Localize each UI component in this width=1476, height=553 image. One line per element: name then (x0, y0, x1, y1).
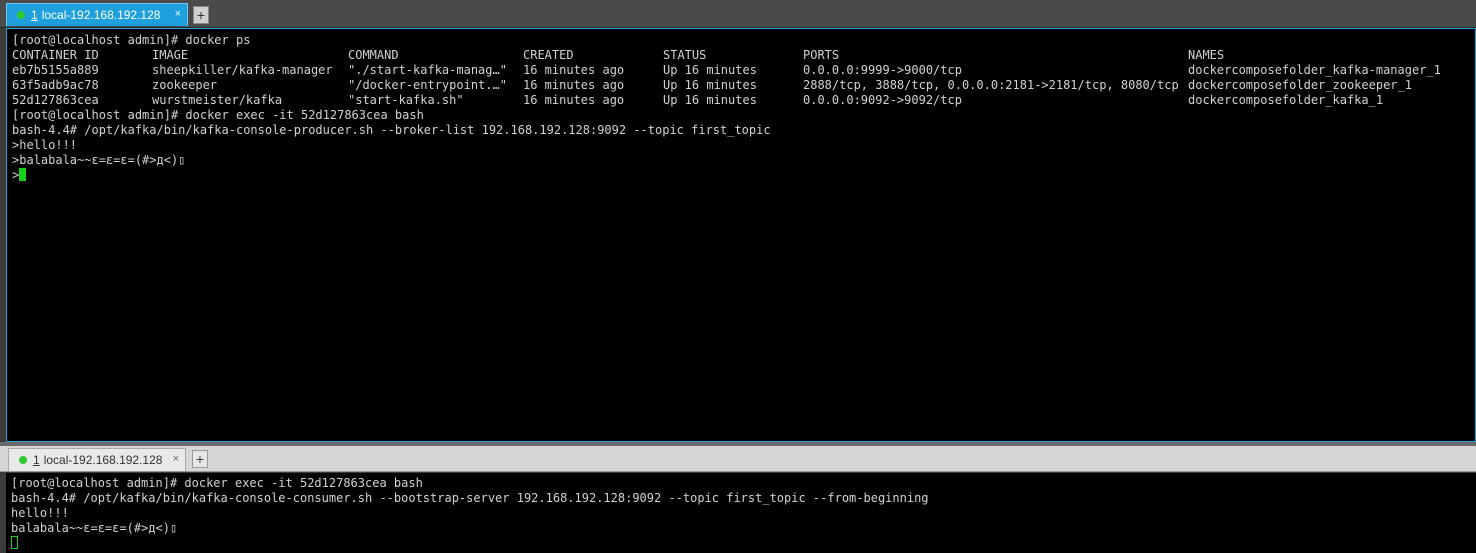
names: dockercomposefolder_kafka_1 (1188, 93, 1384, 107)
session-tab-active[interactable]: 1 local-192.168.192.128 × (6, 3, 188, 26)
ports: 0.0.0.0:9092->9092/tcp (803, 93, 962, 107)
docker-ps-header: CONTAINER ID IMAGE COMMAND CREATED STATU… (12, 48, 1475, 63)
tab-title: local-192.168.192.128 (43, 453, 163, 467)
connected-status-icon (19, 456, 27, 464)
terminal-line: bash-4.4# /opt/kafka/bin/kafka-console-c… (11, 491, 929, 505)
terminal-line: [root@localhost admin]# docker exec -it … (12, 108, 424, 122)
terminal-line: bash-4.4# /opt/kafka/bin/kafka-console-p… (12, 123, 771, 137)
col-created: CREATED (523, 48, 574, 62)
new-tab-button[interactable]: + (193, 6, 209, 24)
tab-number: 1 (31, 8, 38, 22)
container-id: 52d127863cea (12, 93, 99, 107)
names: dockercomposefolder_zookeeper_1 (1188, 78, 1412, 92)
status: Up 16 minutes (663, 63, 757, 77)
ports: 2888/tcp, 3888/tcp, 0.0.0.0:2181->2181/t… (803, 78, 1179, 92)
cursor (11, 536, 18, 549)
tab-number: 1 (33, 453, 40, 467)
table-row: 52d127863cea wurstmeister/kafka "start-k… (12, 93, 1475, 108)
terminal-line: hello!!! (11, 506, 69, 520)
new-tab-button[interactable]: + (192, 450, 208, 468)
session-tab-inactive[interactable]: 1 local-192.168.192.128 × (8, 448, 186, 471)
command: "/docker-entrypoint.…" (348, 78, 507, 92)
col-container-id: CONTAINER ID (12, 48, 99, 62)
terminal-line: balabala~~ε=ε=ε=(#>д<)▯ (11, 521, 178, 535)
terminal-prompt-line[interactable] (11, 536, 1476, 551)
terminal-line: [root@localhost admin]# docker exec -it … (11, 476, 423, 490)
status: Up 16 minutes (663, 93, 757, 107)
container-id: eb7b5155a889 (12, 63, 99, 77)
top-terminal[interactable]: [root@localhost admin]# docker ps CONTAI… (6, 28, 1476, 442)
terminal-line: [root@localhost admin]# docker ps (12, 33, 251, 47)
col-command: COMMAND (348, 48, 399, 62)
col-ports: PORTS (803, 48, 840, 62)
connected-status-icon (17, 11, 25, 19)
command: "./start-kafka-manag…" (348, 63, 507, 77)
created: 16 minutes ago (523, 93, 625, 107)
container-id: 63f5adb9ac78 (12, 78, 99, 92)
bottom-terminal[interactable]: [root@localhost admin]# docker exec -it … (6, 473, 1476, 553)
image: wurstmeister/kafka (152, 93, 283, 107)
names: dockercomposefolder_kafka-manager_1 (1188, 63, 1441, 77)
terminal-prompt-line[interactable]: > (12, 168, 1475, 183)
col-image: IMAGE (152, 48, 189, 62)
close-icon[interactable]: × (173, 453, 179, 465)
bottom-tab-bar: 1 local-192.168.192.128 × + (0, 446, 1476, 472)
image: zookeeper (152, 78, 218, 92)
table-row: 63f5adb9ac78 zookeeper "/docker-entrypoi… (12, 78, 1475, 93)
cursor (19, 168, 27, 181)
terminal-line: >hello!!! (12, 138, 78, 152)
created: 16 minutes ago (523, 78, 625, 92)
terminal-line: >balabala~~ε=ε=ε=(#>д<)▯ (12, 153, 186, 167)
table-row: eb7b5155a889 sheepkiller/kafka-manager "… (12, 63, 1475, 78)
tab-title: local-192.168.192.128 (41, 8, 161, 22)
image: sheepkiller/kafka-manager (152, 63, 333, 77)
col-names: NAMES (1188, 48, 1225, 62)
created: 16 minutes ago (523, 63, 625, 77)
prompt: > (12, 168, 20, 182)
col-status: STATUS (663, 48, 707, 62)
status: Up 16 minutes (663, 78, 757, 92)
top-tab-bar: 1 local-192.168.192.128 × + (0, 0, 1476, 28)
command: "start-kafka.sh" (348, 93, 464, 107)
close-icon[interactable]: × (175, 8, 181, 20)
ports: 0.0.0.0:9999->9000/tcp (803, 63, 962, 77)
